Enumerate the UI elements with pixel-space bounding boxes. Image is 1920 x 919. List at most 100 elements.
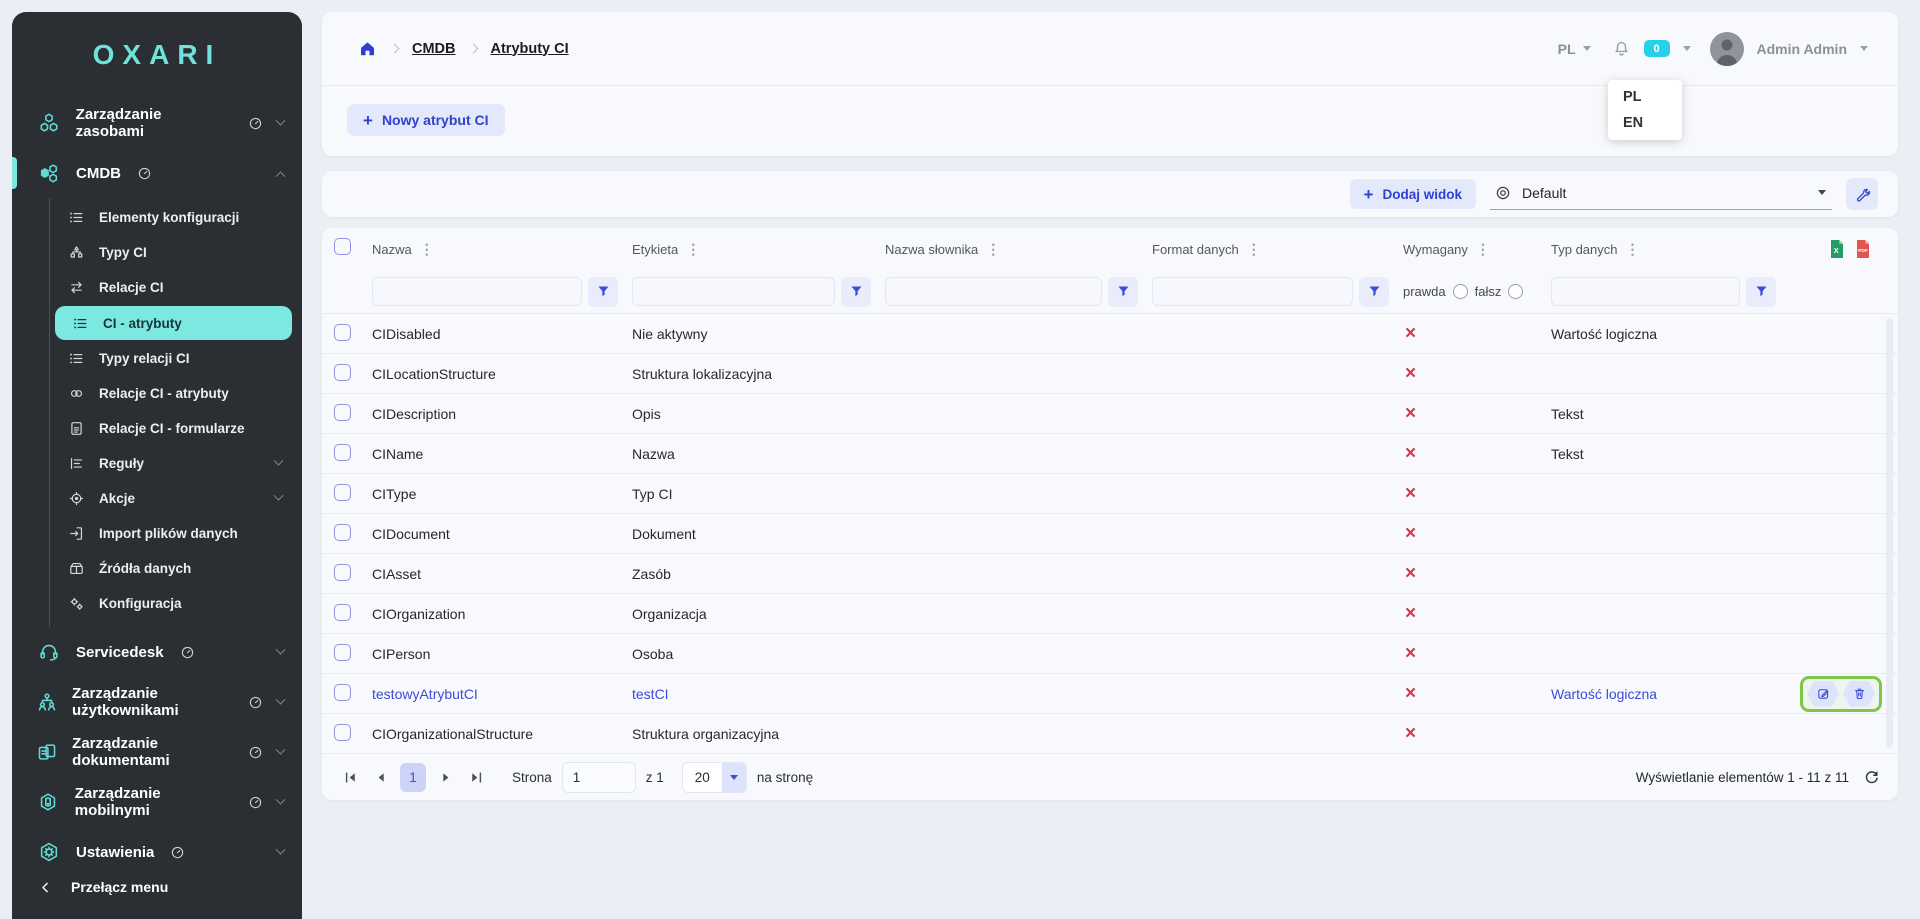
row-checkbox[interactable] <box>334 404 351 421</box>
row-checkbox[interactable] <box>334 604 351 621</box>
toggle-menu-button[interactable]: Przełącz menu <box>12 879 302 895</box>
sidebar-subitem-typy-relacji-ci[interactable]: Typy relacji CI <box>50 341 302 376</box>
user-name[interactable]: Admin Admin <box>1757 41 1847 57</box>
next-page-icon[interactable] <box>436 767 456 787</box>
language-option-pl[interactable]: PL <box>1608 84 1682 110</box>
column-header-wymagany[interactable]: Wymagany <box>1403 242 1468 257</box>
filter-input-typ-danych[interactable] <box>1551 277 1740 306</box>
sidebar-subitem-reguły[interactable]: Reguły <box>50 446 302 481</box>
row-checkbox[interactable] <box>334 524 351 541</box>
sidebar-item-cmdb[interactable]: CMDB <box>12 148 302 198</box>
column-menu-icon[interactable]: ⋮ <box>420 241 434 258</box>
sidebar-subitem-relacje-ci-formularze[interactable]: Relacje CI - formularze <box>50 411 302 446</box>
filter-input-nazwa[interactable] <box>372 277 582 306</box>
filter-funnel-button[interactable] <box>1108 277 1138 307</box>
sidebar-item-zarządzanie-użytkownikami[interactable]: Zarządzanie użytkownikami <box>12 677 302 727</box>
row-checkbox[interactable] <box>334 724 351 741</box>
filter-input-etykieta[interactable] <box>632 277 835 306</box>
sidebar-item-ustawienia[interactable]: Ustawienia <box>12 827 302 877</box>
table-row[interactable]: CIPersonOsoba× <box>322 634 1898 674</box>
table-row[interactable]: CITypeTyp CI× <box>322 474 1898 514</box>
sidebar-subitem-import-plików-danych[interactable]: Import plików danych <box>50 516 302 551</box>
column-header-etykieta[interactable]: Etykieta <box>632 242 678 257</box>
sidebar-item-zarządzanie-mobilnymi[interactable]: Zarządzanie mobilnymi <box>12 777 302 827</box>
column-menu-icon[interactable]: ⋮ <box>686 241 700 258</box>
filter-funnel-button[interactable] <box>1359 277 1389 307</box>
table-settings-button[interactable] <box>1846 178 1878 210</box>
new-attribute-button[interactable]: + Nowy atrybut CI <box>347 104 505 136</box>
table-row[interactable]: CIAssetZasób× <box>322 554 1898 594</box>
cell-nazwa: CIOrganizationalStructure <box>368 726 628 742</box>
sidebar-item-zarządzanie-dokumentami[interactable]: Zarządzanie dokumentami <box>12 727 302 777</box>
sidebar-subitem-elementy-konfiguracji[interactable]: Elementy konfiguracji <box>50 200 302 235</box>
delete-button[interactable] <box>1843 681 1875 707</box>
sidebar-subitem-konfiguracja[interactable]: Konfiguracja <box>50 586 302 621</box>
page-number-button[interactable]: 1 <box>400 763 426 792</box>
column-header-nazwa-slownika[interactable]: Nazwa słownika <box>885 242 978 257</box>
table-row[interactable]: CIDisabledNie aktywny×Wartość logiczna <box>322 314 1898 354</box>
filter-funnel-button[interactable] <box>588 277 618 307</box>
sidebar-subitem-label: CI - atrybuty <box>103 316 182 331</box>
avatar[interactable] <box>1710 32 1744 66</box>
table-row[interactable]: CIDocumentDokument× <box>322 514 1898 554</box>
row-checkbox[interactable] <box>334 484 351 501</box>
table-row[interactable]: CIDescriptionOpis×Tekst <box>322 394 1898 434</box>
caret-down-icon[interactable] <box>1860 46 1868 51</box>
breadcrumb-link-cmdb[interactable]: CMDB <box>412 41 456 57</box>
sidebar-subitem-relacje-ci-atrybuty[interactable]: Relacje CI - atrybuty <box>50 376 302 411</box>
sidebar-subitem-typy-ci[interactable]: Typy CI <box>50 235 302 270</box>
select-all-checkbox[interactable] <box>334 238 351 255</box>
filter-input-format-danych[interactable] <box>1152 277 1353 306</box>
refresh-icon[interactable] <box>1863 769 1880 786</box>
sidebar-item-zarządzanie-zasobami[interactable]: Zarządzanie zasobami <box>12 98 302 148</box>
filter-funnel-button[interactable] <box>1746 277 1776 307</box>
export-excel-icon[interactable]: X <box>1828 239 1846 259</box>
caret-down-icon[interactable] <box>1683 46 1691 51</box>
row-checkbox[interactable] <box>334 324 351 341</box>
sidebar-subitem-źródła-danych[interactable]: Źródła danych <box>50 551 302 586</box>
filter-funnel-button[interactable] <box>841 277 871 307</box>
cell-etykieta: Zasób <box>628 566 881 582</box>
filter-input-nazwa-slownika[interactable] <box>885 277 1102 306</box>
table-row[interactable]: CIOrganizationalStructureStruktura organ… <box>322 714 1898 754</box>
page-input[interactable] <box>562 762 636 793</box>
row-checkbox[interactable] <box>334 644 351 661</box>
sidebar-subitem-relacje-ci[interactable]: Relacje CI <box>50 270 302 305</box>
sidebar-item-servicedesk[interactable]: Servicedesk <box>12 627 302 677</box>
table-row[interactable]: CIOrganizationOrganizacja× <box>322 594 1898 634</box>
filter-false-radio[interactable] <box>1508 284 1523 299</box>
export-pdf-icon[interactable]: PDF <box>1854 239 1872 259</box>
sidebar-subitem-akcje[interactable]: Akcje <box>50 481 302 516</box>
row-checkbox[interactable] <box>334 364 351 381</box>
cell-wymagany: × <box>1399 444 1547 463</box>
sidebar-subitem-ci-atrybuty[interactable]: CI - atrybuty <box>55 306 292 340</box>
column-menu-icon[interactable]: ⋮ <box>1476 241 1490 258</box>
column-header-nazwa[interactable]: Nazwa <box>372 242 412 257</box>
view-select[interactable]: Default <box>1490 178 1832 210</box>
last-page-icon[interactable] <box>466 767 486 787</box>
column-menu-icon[interactable]: ⋮ <box>1247 241 1261 258</box>
add-view-button[interactable]: + Dodaj widok <box>1350 179 1476 209</box>
column-menu-icon[interactable]: ⋮ <box>986 241 1000 258</box>
breadcrumb-link-atrybuty-ci[interactable]: Atrybuty CI <box>491 41 569 57</box>
table-row[interactable]: CILocationStructureStruktura lokalizacyj… <box>322 354 1898 394</box>
bell-icon[interactable] <box>1612 39 1631 58</box>
language-selector[interactable]: PL <box>1558 41 1591 57</box>
row-checkbox[interactable] <box>334 564 351 581</box>
column-menu-icon[interactable]: ⋮ <box>1626 241 1640 258</box>
first-page-icon[interactable] <box>340 767 360 787</box>
row-checkbox[interactable] <box>334 684 351 701</box>
headset-icon <box>36 641 62 663</box>
column-header-format-danych[interactable]: Format danych <box>1152 242 1239 257</box>
column-header-typ-danych[interactable]: Typ danych <box>1551 242 1618 257</box>
table-row[interactable]: testowyAtrybutCItestCI×Wartość logiczna <box>322 674 1898 714</box>
table-row[interactable]: CINameNazwa×Tekst <box>322 434 1898 474</box>
home-icon[interactable] <box>358 39 377 58</box>
language-option-en[interactable]: EN <box>1608 110 1682 136</box>
previous-page-icon[interactable] <box>370 767 390 787</box>
filter-true-radio[interactable] <box>1453 284 1468 299</box>
row-checkbox[interactable] <box>334 444 351 461</box>
page-size-select[interactable]: 20 <box>682 762 747 793</box>
edit-button[interactable] <box>1807 681 1839 707</box>
table-scrollbar[interactable] <box>1886 318 1893 748</box>
